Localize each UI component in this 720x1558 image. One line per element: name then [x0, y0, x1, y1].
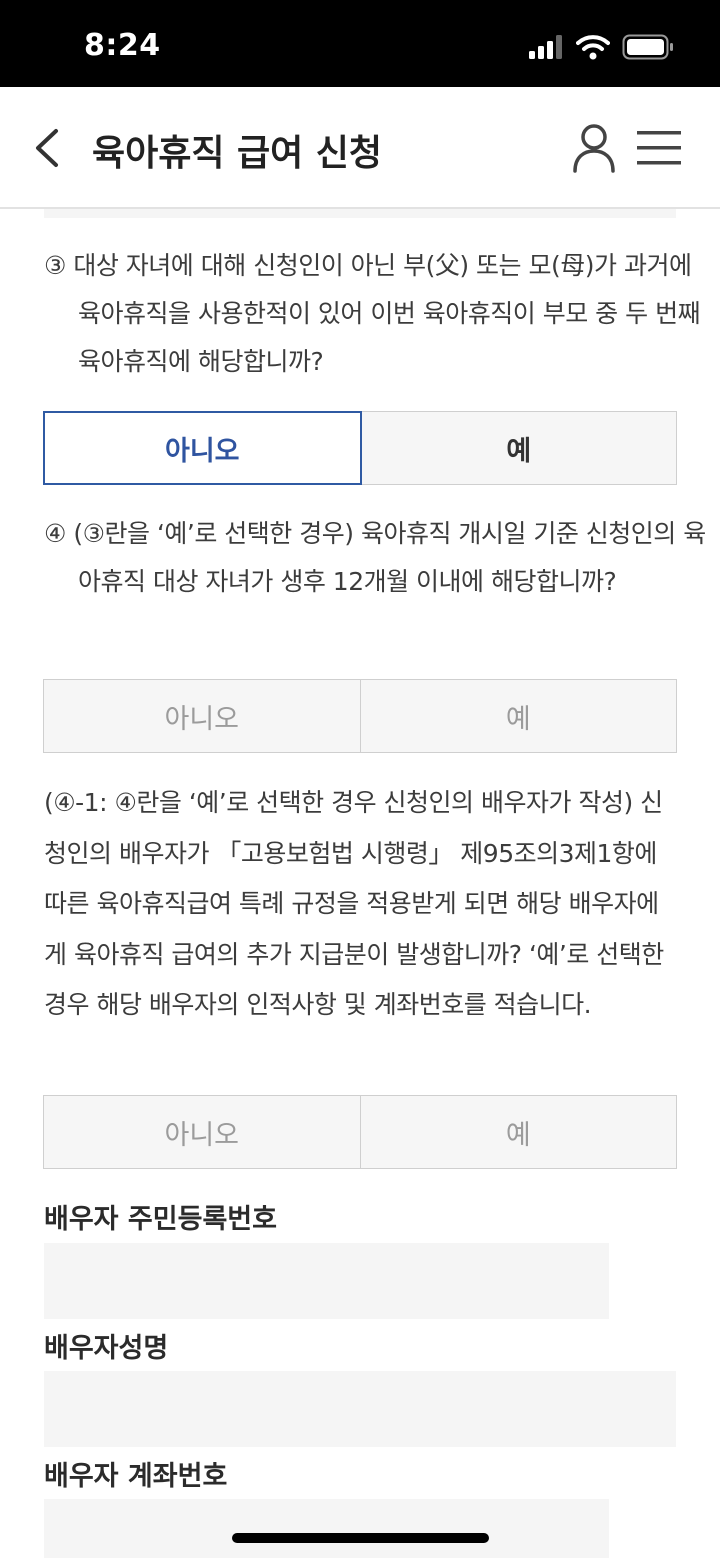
- question-3-yes-button[interactable]: 예: [361, 411, 677, 485]
- previous-section-edge: [44, 209, 676, 218]
- spouse-name-label: 배우자성명: [44, 1333, 169, 1364]
- page-title: 육아휴직 급여 신청: [92, 133, 383, 174]
- app-header: 육아휴직 급여 신청: [0, 87, 720, 209]
- status-bar: 8:24: [0, 0, 720, 87]
- question-3-no-button[interactable]: 아니오: [43, 411, 362, 485]
- question-3-text: ③ 대상 자녀에 대해 신청인이 아닌 부(父) 또는 모(母)가 과거에 육아…: [44, 251, 701, 376]
- menu-icon[interactable]: [637, 129, 681, 167]
- back-chevron-icon[interactable]: [30, 127, 62, 169]
- spouse-name-input[interactable]: [44, 1371, 676, 1447]
- status-icons: [528, 34, 674, 60]
- spouse-rrn-label: 배우자 주민등록번호: [44, 1204, 277, 1235]
- question-4-1-yes-button[interactable]: 예: [360, 1095, 677, 1169]
- question-4-choice: 아니오 예: [43, 679, 677, 753]
- status-time: 8:24: [84, 28, 161, 63]
- home-indicator: [232, 1533, 489, 1543]
- question-4-yes-button[interactable]: 예: [360, 679, 677, 753]
- question-4-no-button[interactable]: 아니오: [43, 679, 361, 753]
- question-4-1-text: (④-1: ④란을 ‘예’로 선택한 경우 신청인의 배우자가 작성) 신청인의…: [44, 788, 664, 1019]
- battery-icon: [622, 34, 673, 60]
- signal-icon: [529, 35, 562, 59]
- question-4-1-choice: 아니오 예: [43, 1095, 677, 1169]
- spouse-account-input[interactable]: [44, 1499, 609, 1558]
- user-icon[interactable]: [572, 123, 616, 173]
- question-4-1-no-button[interactable]: 아니오: [43, 1095, 361, 1169]
- spouse-rrn-input[interactable]: [44, 1243, 609, 1319]
- question-3-choice: 아니오 예: [43, 411, 677, 485]
- question-4-text: ④ (③란을 ‘예’로 선택한 경우) 육아휴직 개시일 기준 신청인의 육아휴…: [44, 519, 706, 596]
- spouse-account-label: 배우자 계좌번호: [44, 1461, 228, 1492]
- wifi-icon: [576, 35, 610, 60]
